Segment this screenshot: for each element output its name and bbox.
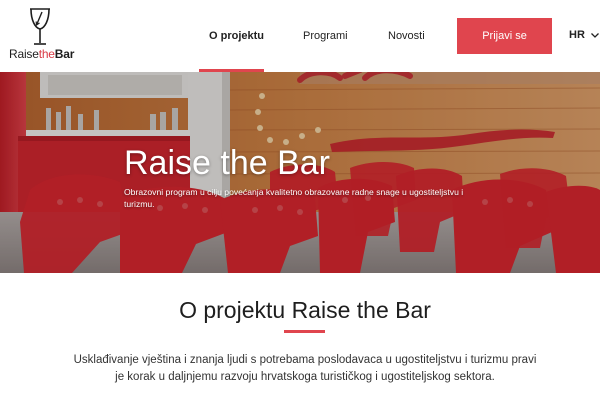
nav-item-programi[interactable]: Programi bbox=[303, 30, 348, 43]
nav-item-o-projektu[interactable]: O projektu bbox=[209, 30, 264, 43]
about-lead: Usklađivanje vještina i znanja ljudi s p… bbox=[73, 354, 537, 383]
hero-subtitle: Obrazovni program u cilju povećanja kval… bbox=[124, 187, 464, 209]
logo[interactable]: RaisetheBar bbox=[9, 8, 74, 64]
title-accent-rule bbox=[284, 330, 325, 333]
language-label: HR bbox=[569, 29, 585, 41]
about-title: O projektu Raise the Bar bbox=[179, 297, 431, 323]
nav-item-novosti[interactable]: Novosti bbox=[388, 30, 425, 43]
chevron-down-icon bbox=[590, 32, 599, 38]
logo-word-the: the bbox=[38, 47, 55, 61]
logo-word-bar: Bar bbox=[54, 47, 75, 61]
language-selector[interactable]: HR bbox=[569, 29, 599, 41]
apply-button[interactable]: Prijavi se bbox=[457, 18, 552, 54]
hero-banner: Raise the Bar Obrazovni program u cilju … bbox=[0, 72, 600, 273]
cocktail-glass-icon bbox=[30, 8, 50, 45]
logo-wordmark: RaisetheBar bbox=[9, 47, 74, 61]
site-header: RaisetheBar O projektu Programi Novosti … bbox=[0, 0, 600, 72]
logo-word-raise: Raise bbox=[9, 47, 39, 61]
hero-title: Raise the Bar bbox=[124, 144, 330, 182]
